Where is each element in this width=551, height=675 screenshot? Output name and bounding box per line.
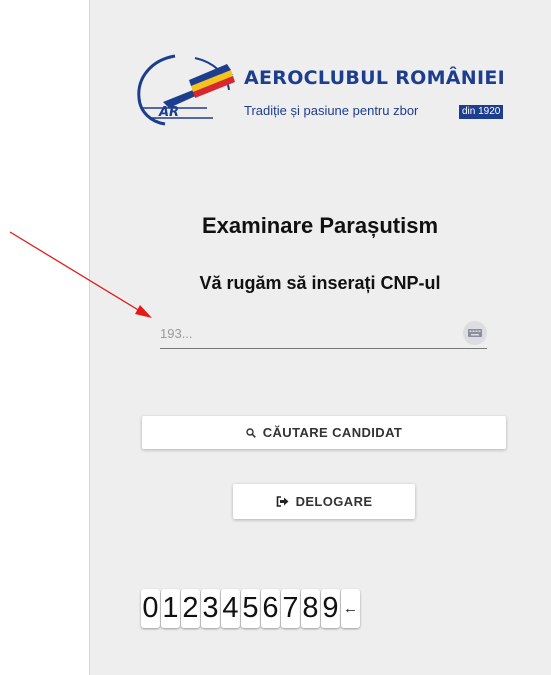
keyboard-toggle-button[interactable] bbox=[463, 321, 487, 345]
key-5[interactable]: 5 bbox=[241, 589, 260, 628]
numeric-keypad: 0 1 2 3 4 5 6 7 8 9 ← bbox=[141, 589, 360, 630]
search-button-label: CĂUTARE CANDIDAT bbox=[262, 425, 403, 440]
cnp-field bbox=[160, 318, 487, 349]
logout-button[interactable]: DELOGARE bbox=[233, 484, 415, 519]
brand-tagline: Tradiție și pasiune pentru zbor bbox=[244, 103, 419, 118]
key-4[interactable]: 4 bbox=[221, 589, 240, 628]
key-6[interactable]: 6 bbox=[261, 589, 280, 628]
page-title: Examinare Parașutism bbox=[201, 213, 439, 238]
logout-button-label: DELOGARE bbox=[295, 494, 373, 509]
page-subtitle: Vă rugăm să inserați CNP-ul bbox=[199, 273, 441, 293]
key-1[interactable]: 1 bbox=[161, 589, 180, 628]
key-0[interactable]: 0 bbox=[141, 589, 160, 628]
key-8[interactable]: 8 bbox=[301, 589, 320, 628]
backspace-key[interactable]: ← bbox=[341, 589, 360, 628]
key-9[interactable]: 9 bbox=[321, 589, 340, 628]
brand-logo: AR AEROCLUBUL ROMÂNIEI Tradiție și pasiu… bbox=[133, 52, 523, 132]
brand-year-badge: din 1920 bbox=[459, 105, 504, 119]
keyboard-icon bbox=[468, 329, 482, 337]
aeroclub-emblem-icon: AR bbox=[137, 54, 235, 126]
cnp-input[interactable] bbox=[160, 320, 450, 346]
key-3[interactable]: 3 bbox=[201, 589, 220, 628]
logo-initials: AR bbox=[158, 105, 179, 120]
logout-icon bbox=[276, 496, 289, 507]
search-icon bbox=[246, 427, 256, 438]
brand-name: AEROCLUBUL ROMÂNIEI bbox=[244, 67, 506, 89]
search-candidate-button[interactable]: CĂUTARE CANDIDAT bbox=[142, 416, 506, 449]
key-7[interactable]: 7 bbox=[281, 589, 300, 628]
key-2[interactable]: 2 bbox=[181, 589, 200, 628]
